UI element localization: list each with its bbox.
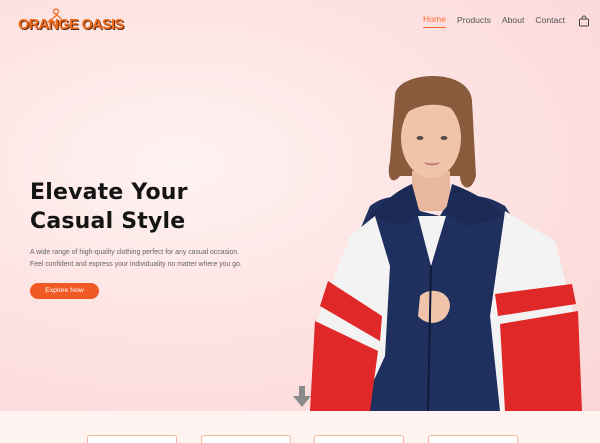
feature-card[interactable] (201, 435, 291, 443)
feature-card[interactable] (87, 435, 177, 443)
nav-item-contact[interactable]: Contact (535, 15, 565, 28)
main-nav: Home Products About Contact (423, 14, 590, 28)
hero-headline-line2: Casual Style (30, 209, 186, 234)
hero-description-line2: Feel confident and express your individu… (30, 261, 242, 268)
hero-description-line1: A wide range of high-quality clothing pe… (30, 249, 240, 256)
explore-now-button[interactable]: Explore Now (30, 283, 99, 299)
hero-section: ORANGE OASIS Home Products About Contact… (0, 0, 600, 411)
hero-model-image (310, 76, 582, 411)
hero-headline-line1: Elevate Your (30, 180, 188, 205)
hero-description: A wide range of high-quality clothing pe… (30, 247, 330, 271)
feature-cards-strip (0, 411, 600, 443)
hero-headline: Elevate Your Casual Style (30, 178, 290, 236)
feature-card[interactable] (314, 435, 404, 443)
nav-item-about[interactable]: About (502, 15, 524, 28)
nav-item-home[interactable]: Home (423, 14, 446, 28)
nav-item-products[interactable]: Products (457, 15, 491, 28)
brand-name: ORANGE OASIS (18, 17, 124, 33)
arrow-down-icon[interactable] (292, 386, 312, 408)
shopping-bag-icon[interactable] (578, 15, 590, 27)
feature-card[interactable] (428, 435, 518, 443)
brand-logo[interactable]: ORANGE OASIS (18, 8, 124, 42)
